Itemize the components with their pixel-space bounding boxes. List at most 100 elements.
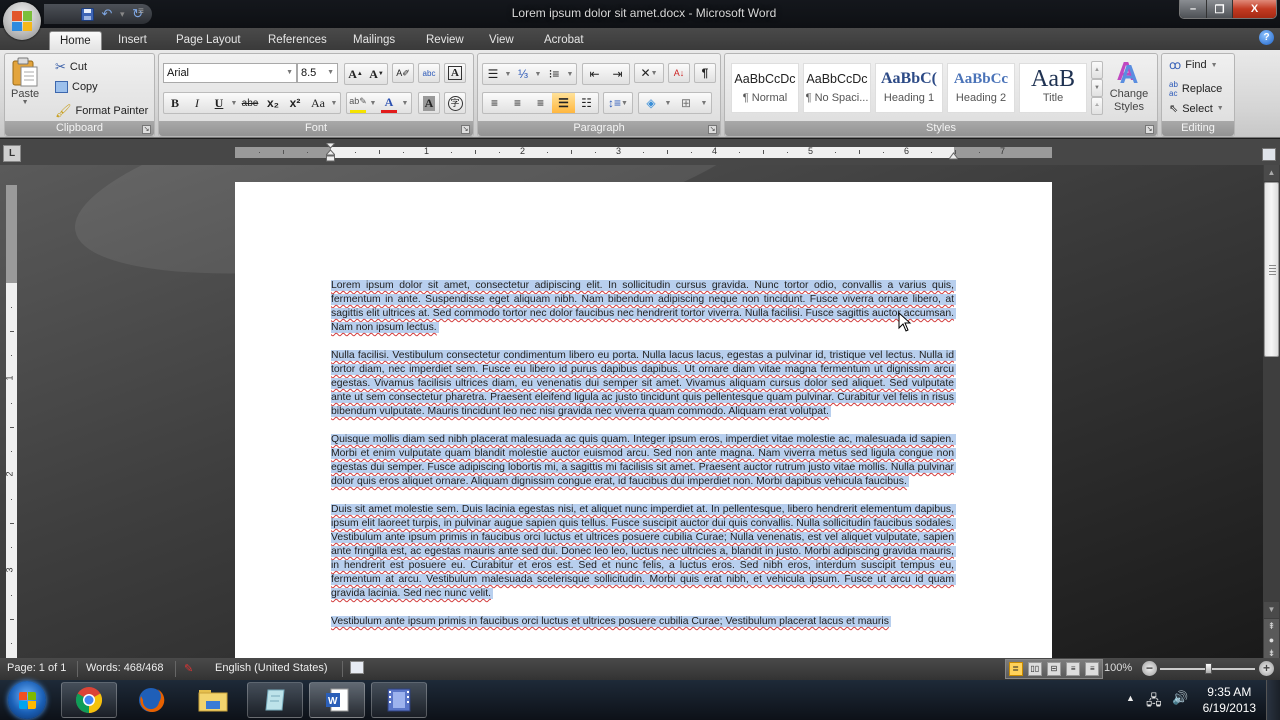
vertical-scrollbar[interactable]: ▲ ▼ ⇞ ● ⇟ [1263,165,1280,658]
replace-button[interactable]: ab ac Replace [1169,80,1222,98]
numbering-dropdown-icon[interactable]: ▼ [533,64,543,84]
view-ruler-icon[interactable] [1262,148,1276,161]
change-case-dropdown-icon[interactable]: ▼ [330,93,338,113]
numbering-button[interactable]: ⅓ [513,64,533,84]
align-right-button[interactable]: ≡ [529,93,552,113]
font-name-select[interactable]: Arial ▼ [163,63,297,83]
taskbar-firefox[interactable] [123,682,179,718]
bullets-button[interactable]: ☰ [483,64,503,84]
highlight-dropdown-icon[interactable]: ▼ [369,93,377,113]
show-hide-button[interactable]: ¶ [694,63,716,83]
tab-review[interactable]: Review [416,31,474,50]
vertical-ruler[interactable]: 1 2 3 [5,185,17,658]
align-center-button[interactable]: ≡ [506,93,529,113]
borders-button[interactable]: ⊞ [673,93,699,113]
select-button[interactable]: ⇖ Select ▼ [1169,102,1224,116]
document-paragraph[interactable]: Vestibulum ante ipsum primis in faucibus… [331,615,956,629]
gallery-up-icon[interactable]: ▲ [1091,61,1103,79]
show-desktop-button[interactable] [1266,680,1280,720]
increase-indent-button[interactable]: ⇥ [606,64,629,84]
zoom-level[interactable]: 100% [1104,662,1132,674]
paragraph-launcher-icon[interactable]: ↘ [708,125,717,134]
draft-view-icon[interactable]: ≡ [1085,662,1100,676]
close-button[interactable]: X [1232,0,1276,18]
sort-button[interactable]: A↓ [668,63,690,83]
print-layout-view-icon[interactable]: ≣ [1008,662,1023,676]
bold-button[interactable]: B [164,93,186,113]
character-shading-button[interactable]: A [418,92,440,114]
show-hidden-icons[interactable]: ▲ [1126,693,1135,703]
tab-references[interactable]: References [258,31,337,50]
selected-text[interactable]: Quisque mollis diam sed nibh placerat ma… [331,434,956,487]
minimize-button[interactable]: – [1180,0,1206,18]
document-paragraph[interactable]: Lorem ipsum dolor sit amet, consectetur … [331,279,956,335]
zoom-in-icon[interactable]: + [1259,661,1274,676]
style-heading-1[interactable]: AaBbC( Heading 1 [875,63,943,113]
format-painter-button[interactable]: 🖌 Format Painter [55,103,148,119]
selected-text[interactable]: Duis sit amet molestie sem. Duis lacinia… [331,504,956,599]
selected-text[interactable]: Nulla facilisi. Vestibulum consectetur c… [331,350,956,417]
document-body[interactable]: Lorem ipsum dolor sit amet, consectetur … [331,279,956,643]
volume-icon[interactable]: 🔊 [1172,690,1188,706]
gallery-more-icon[interactable]: ⩡ [1091,97,1103,115]
scroll-up-icon[interactable]: ▲ [1264,165,1279,181]
grow-font-button[interactable]: A ▲ [345,64,366,84]
align-left-button[interactable]: ≡ [483,93,506,113]
shading-dropdown-icon[interactable]: ▼ [663,93,673,113]
document-paragraph[interactable]: Nulla facilisi. Vestibulum consectetur c… [331,349,956,419]
paste-button[interactable]: Paste ▼ [11,57,39,106]
asian-layout-button[interactable]: ✕ ▼ [634,63,664,83]
selected-text[interactable]: Lorem ipsum dolor sit amet, consectetur … [331,280,956,333]
document-page[interactable]: Lorem ipsum dolor sit amet, consectetur … [235,182,1052,658]
taskbar-chrome[interactable] [61,682,117,718]
borders-dropdown-icon[interactable]: ▼ [699,93,709,113]
word-count[interactable]: Words: 468/468 [86,662,163,674]
font-size-select[interactable]: 8.5 ▼ [297,63,338,83]
text-effects-button[interactable]: abc [418,63,440,83]
change-case-button[interactable]: Aa [306,93,330,113]
change-styles-button[interactable]: A Change Styles [1107,60,1151,114]
proofing-icon[interactable]: ✎ [184,662,193,675]
horizontal-ruler[interactable]: 1 2 3 4 5 6 7 [235,143,1052,162]
tab-page-layout[interactable]: Page Layout [166,31,251,50]
style-no-spacing[interactable]: AaBbCcDc ¶ No Spaci... [803,63,871,113]
strikethrough-button[interactable]: abe [238,93,262,113]
styles-launcher-icon[interactable]: ↘ [1145,125,1154,134]
start-button[interactable] [8,681,46,719]
style-normal[interactable]: AaBbCcDc ¶ Normal [731,63,799,113]
subscript-button[interactable]: x₂ [262,93,284,113]
taskbar-video-player[interactable] [371,682,427,718]
font-color-button[interactable]: A [377,93,401,113]
character-border-button[interactable]: A [444,63,466,83]
full-screen-reading-view-icon[interactable]: ▯▯ [1027,662,1042,676]
select-browse-object-icon[interactable]: ● [1264,633,1279,647]
outline-view-icon[interactable]: ≡ [1066,662,1081,676]
enclose-characters-button[interactable]: 字 [444,92,466,114]
underline-dropdown-icon[interactable]: ▼ [230,93,238,113]
highlight-button[interactable]: ab✎ [347,93,369,113]
tab-mailings[interactable]: Mailings [343,31,405,50]
copy-button[interactable]: Copy [55,81,98,93]
line-spacing-button[interactable]: ↕≡ ▼ [603,92,633,114]
zoom-slider-thumb[interactable] [1204,663,1212,674]
font-launcher-icon[interactable]: ↘ [461,125,470,134]
indent-marker-icon[interactable] [326,143,335,162]
decrease-indent-button[interactable]: ⇤ [583,64,606,84]
language-indicator[interactable]: English (United States) [215,662,328,674]
page-count[interactable]: Page: 1 of 1 [7,662,66,674]
zoom-out-icon[interactable]: − [1142,661,1157,676]
scrollbar-thumb[interactable] [1264,182,1279,357]
maximize-button[interactable]: ❐ [1206,0,1232,18]
office-button[interactable] [3,2,41,40]
superscript-button[interactable]: x² [284,93,306,113]
find-button[interactable]: ꝏ Find ▼ [1169,58,1218,72]
clear-formatting-button[interactable]: A✐ [392,63,414,83]
italic-button[interactable]: I [186,93,208,113]
underline-button[interactable]: U [208,93,230,113]
cut-button[interactable]: ✂ Cut [55,59,87,75]
taskbar-notepad[interactable] [247,682,303,718]
style-heading-2[interactable]: AaBbCc Heading 2 [947,63,1015,113]
justify-button[interactable]: ☰ [552,93,575,113]
tab-selector-button[interactable]: L [3,145,21,162]
taskbar-word[interactable]: W [309,682,365,718]
